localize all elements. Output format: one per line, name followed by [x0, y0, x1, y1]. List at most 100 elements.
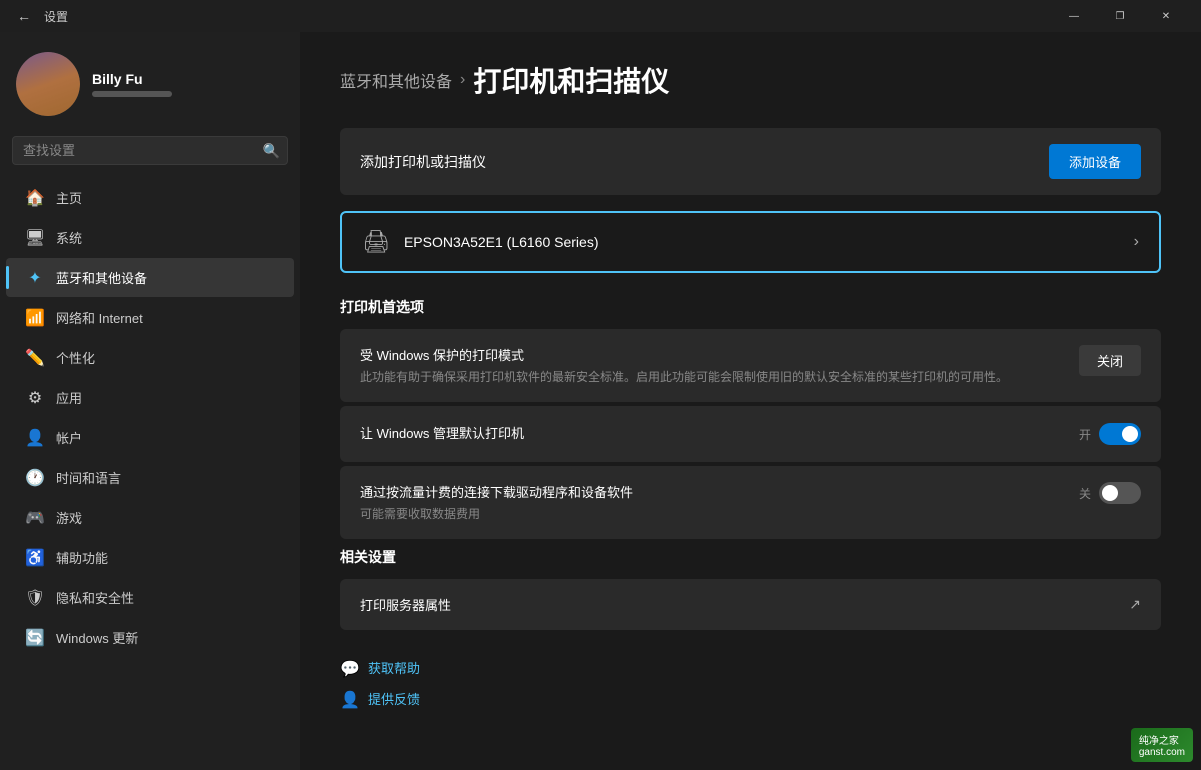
- add-device-button[interactable]: 添加设备: [1049, 144, 1141, 179]
- search-input[interactable]: [12, 136, 288, 165]
- setting-control-0: 关闭: [1079, 345, 1141, 376]
- printer-chevron-icon: ›: [1134, 233, 1139, 251]
- toggle-manage-printer[interactable]: [1099, 423, 1141, 445]
- sidebar-item-accessibility[interactable]: ♿ 辅助功能: [6, 538, 294, 577]
- footer-link-feedback[interactable]: 👤 提供反馈: [340, 689, 1161, 708]
- printer-item-left: 🖨 EPSON3A52E1 (L6160 Series): [362, 229, 599, 255]
- setting-row-protected-print: 受 Windows 保护的打印模式 此功能有助于确保采用打印机软件的最新安全标准…: [340, 329, 1161, 402]
- setting-title-2: 通过按流量计费的连接下载驱动程序和设备软件: [360, 482, 1059, 501]
- sidebar-item-update[interactable]: 🔄 Windows 更新: [6, 618, 294, 657]
- sidebar-item-accounts[interactable]: 👤 帐户: [6, 418, 294, 457]
- setting-status-2: 关: [1079, 485, 1091, 502]
- close-button[interactable]: ✕: [1143, 0, 1189, 32]
- toggle-download-drivers[interactable]: [1099, 482, 1141, 504]
- titlebar-left: ← 设置: [12, 4, 68, 28]
- user-name: Billy Fu: [92, 71, 172, 87]
- sidebar-item-network[interactable]: 📶 网络和 Internet: [6, 298, 294, 337]
- add-printer-label: 添加打印机或扫描仪: [360, 152, 486, 172]
- setting-row-inner-2: 通过按流量计费的连接下载驱动程序和设备软件 可能需要收取数据费用 关: [340, 466, 1161, 539]
- minimize-button[interactable]: —: [1051, 0, 1097, 32]
- main-content: 蓝牙和其他设备 › 打印机和扫描仪 添加打印机或扫描仪 添加设备 🖨 EPSON…: [300, 32, 1201, 770]
- footer-link-help-text[interactable]: 获取帮助: [368, 658, 420, 677]
- sidebar-item-network-label: 网络和 Internet: [56, 308, 143, 327]
- printer-item[interactable]: 🖨 EPSON3A52E1 (L6160 Series) ›: [340, 211, 1161, 273]
- user-info: Billy Fu: [92, 71, 172, 97]
- sidebar-item-bluetooth[interactable]: ✦ 蓝牙和其他设备: [6, 258, 294, 297]
- titlebar-title: 设置: [44, 8, 68, 25]
- user-bar: [92, 91, 172, 97]
- sidebar-item-accounts-label: 帐户: [56, 428, 82, 447]
- privacy-icon: 🛡: [26, 589, 44, 607]
- home-icon: 🏠: [26, 189, 44, 207]
- setting-control-2: 关: [1079, 482, 1141, 504]
- breadcrumb-parent[interactable]: 蓝牙和其他设备: [340, 68, 452, 92]
- related-heading: 相关设置: [340, 547, 1161, 567]
- setting-row-download-drivers: 通过按流量计费的连接下载驱动程序和设备软件 可能需要收取数据费用 关: [340, 466, 1161, 539]
- breadcrumb-separator: ›: [460, 71, 465, 89]
- setting-control-1: 开: [1079, 423, 1141, 445]
- setting-desc-2: 可能需要收取数据费用: [360, 505, 1059, 523]
- toggle-thumb-1: [1122, 426, 1138, 442]
- external-link-icon: ↗: [1129, 596, 1141, 613]
- personalization-icon: ✏️: [26, 349, 44, 367]
- search-icon: 🔍: [263, 142, 280, 159]
- sidebar-item-personalization[interactable]: ✏️ 个性化: [6, 338, 294, 377]
- setting-info-0: 受 Windows 保护的打印模式 此功能有助于确保采用打印机软件的最新安全标准…: [360, 345, 1079, 386]
- footer-link-feedback-text[interactable]: 提供反馈: [368, 689, 420, 708]
- apps-icon: ⚙: [26, 389, 44, 407]
- system-icon: 🖥: [26, 229, 44, 247]
- sidebar-item-gaming-label: 游戏: [56, 508, 82, 527]
- sidebar-item-gaming[interactable]: 🎮 游戏: [6, 498, 294, 537]
- sidebar-item-home-label: 主页: [56, 188, 82, 207]
- sidebar-item-personalization-label: 个性化: [56, 348, 95, 367]
- related-row-print-server[interactable]: 打印服务器属性 ↗: [340, 579, 1161, 630]
- preferences-heading: 打印机首选项: [340, 297, 1161, 317]
- setting-info-2: 通过按流量计费的连接下载驱动程序和设备软件 可能需要收取数据费用: [360, 482, 1079, 523]
- titlebar: ← 设置 — ❐ ✕: [0, 0, 1201, 32]
- sidebar-item-system[interactable]: 🖥 系统: [6, 218, 294, 257]
- sidebar-item-system-label: 系统: [56, 228, 82, 247]
- sidebar-item-privacy-label: 隐私和安全性: [56, 588, 134, 607]
- setting-info-1: 让 Windows 管理默认打印机: [360, 423, 1079, 446]
- sidebar-item-time-label: 时间和语言: [56, 468, 121, 487]
- avatar: [16, 52, 80, 116]
- back-button[interactable]: ←: [12, 4, 36, 28]
- footer-link-help[interactable]: 💬 获取帮助: [340, 658, 1161, 677]
- feedback-icon: 👤: [340, 690, 358, 708]
- add-printer-section: 添加打印机或扫描仪 添加设备: [340, 128, 1161, 195]
- setting-row-inner-1: 让 Windows 管理默认打印机 开: [340, 406, 1161, 462]
- accounts-icon: 👤: [26, 429, 44, 447]
- breadcrumb-current: 打印机和扫描仪: [473, 60, 669, 100]
- accessibility-icon: ♿: [26, 549, 44, 567]
- gaming-icon: 🎮: [26, 509, 44, 527]
- sidebar-item-apps-label: 应用: [56, 388, 82, 407]
- setting-title-1: 让 Windows 管理默认打印机: [360, 423, 1059, 442]
- help-icon: 💬: [340, 659, 358, 677]
- setting-desc-0: 此功能有助于确保采用打印机软件的最新安全标准。启用此功能可能会限制使用旧的默认安…: [360, 368, 1059, 386]
- titlebar-controls: — ❐ ✕: [1051, 0, 1189, 32]
- sidebar-item-home[interactable]: 🏠 主页: [6, 178, 294, 217]
- sidebar: Billy Fu 🔍 🏠 主页 🖥 系统 ✦ 蓝牙和其他设备: [0, 32, 300, 770]
- sidebar-item-update-label: Windows 更新: [56, 628, 138, 647]
- user-profile[interactable]: Billy Fu: [0, 32, 300, 132]
- protected-print-button[interactable]: 关闭: [1079, 345, 1141, 376]
- sidebar-item-bluetooth-label: 蓝牙和其他设备: [56, 268, 147, 287]
- network-icon: 📶: [26, 309, 44, 327]
- update-icon: 🔄: [26, 629, 44, 647]
- printer-icon: 🖨: [362, 229, 390, 255]
- setting-row-inner: 受 Windows 保护的打印模式 此功能有助于确保采用打印机软件的最新安全标准…: [340, 329, 1161, 402]
- footer-links: 💬 获取帮助 👤 提供反馈: [340, 658, 1161, 708]
- sidebar-item-accessibility-label: 辅助功能: [56, 548, 108, 567]
- avatar-face: [16, 52, 80, 116]
- add-printer-row: 添加打印机或扫描仪 添加设备: [340, 128, 1161, 195]
- sidebar-item-time[interactable]: 🕐 时间和语言: [6, 458, 294, 497]
- sidebar-item-privacy[interactable]: 🛡 隐私和安全性: [6, 578, 294, 617]
- sidebar-item-apps[interactable]: ⚙ 应用: [6, 378, 294, 417]
- toggle-thumb-2: [1102, 485, 1118, 501]
- breadcrumb: 蓝牙和其他设备 › 打印机和扫描仪: [340, 60, 1161, 100]
- setting-status-1: 开: [1079, 426, 1091, 443]
- sidebar-nav: 🏠 主页 🖥 系统 ✦ 蓝牙和其他设备 📶 网络和 Internet ✏️ 个性…: [0, 177, 300, 658]
- watermark: 纯净之家ganst.com: [1131, 728, 1193, 762]
- maximize-button[interactable]: ❐: [1097, 0, 1143, 32]
- printer-name: EPSON3A52E1 (L6160 Series): [404, 234, 599, 250]
